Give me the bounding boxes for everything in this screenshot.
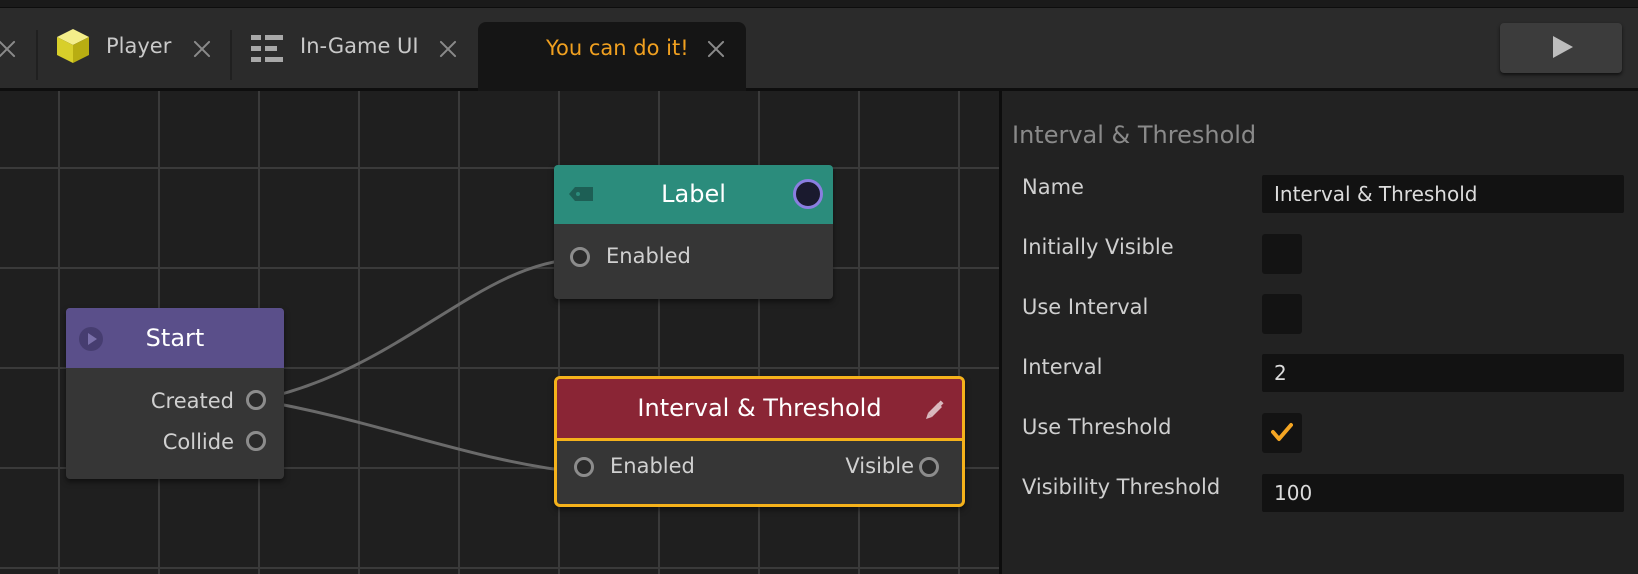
start-node-header: Start [66,308,284,368]
close-icon[interactable] [437,38,459,60]
tab-label: Player [106,34,172,58]
node-title: Start [145,324,205,352]
close-icon[interactable] [191,38,213,60]
play-button[interactable] [1500,23,1622,73]
tag-icon [569,187,593,201]
name-label: Name [1022,175,1084,199]
node-title: Interval & Threshold [637,394,882,422]
tab-separator [230,30,232,80]
start-node[interactable]: Start Created Collide [66,308,284,479]
use-threshold-label: Use Threshold [1022,415,1172,439]
wire-created-to-interval [256,398,585,475]
output-port-collide[interactable] [246,431,266,451]
port-label-enabled: Enabled [606,244,691,268]
tab-label: You can do it! [546,36,689,60]
visibility-threshold-label: Visibility Threshold [1022,475,1221,499]
port-label-created: Created [150,389,234,413]
port-label-collide: Collide [162,430,234,454]
wire-created-to-label [256,257,581,402]
tab-you-can-do-it[interactable]: You can do it! [478,22,746,96]
use-interval-label: Use Interval [1022,295,1149,319]
name-field[interactable]: Interval & Threshold [1262,175,1624,213]
properties-panel: Interval & Threshold Name Interval & Thr… [1002,91,1638,574]
port-label-enabled: Enabled [610,454,695,478]
close-icon[interactable] [705,38,727,60]
output-port-label[interactable] [793,179,823,209]
initially-visible-label: Initially Visible [1022,235,1174,259]
interval-threshold-node[interactable]: Interval & Threshold Enabled Visible [554,376,965,507]
output-port-visible[interactable] [919,457,939,477]
initially-visible-checkbox[interactable] [1262,234,1302,274]
properties-title: Interval & Threshold [1012,121,1257,149]
close-icon[interactable] [0,38,18,60]
interval-node-header: Interval & Threshold [557,379,962,441]
input-port-enabled[interactable] [570,247,590,267]
pencil-icon[interactable] [924,399,946,421]
play-icon [1553,36,1573,58]
node-title: Label [661,180,726,208]
port-label-visible: Visible [845,454,914,478]
interval-label: Interval [1022,355,1103,379]
label-node-header: Label [554,165,833,224]
play-circle-icon [79,327,103,351]
checkmark-icon [1271,423,1293,441]
output-port-created[interactable] [246,390,266,410]
yellow-cube-icon [57,29,89,63]
tab-label: In-Game UI [300,34,419,58]
interval-field[interactable]: 2 [1262,354,1624,392]
tab-bar: Player In-Game UI You can do it! [0,8,1638,96]
input-port-enabled[interactable] [574,457,594,477]
ui-layout-icon [251,35,283,62]
tab-separator [36,30,38,80]
graph-canvas[interactable]: Start Created Collide Label Enabled Inte… [0,91,1000,574]
label-node[interactable]: Label Enabled [554,165,833,299]
use-interval-checkbox[interactable] [1262,294,1302,334]
visibility-threshold-field[interactable]: 100 [1262,474,1624,512]
use-threshold-checkbox[interactable] [1262,413,1302,453]
